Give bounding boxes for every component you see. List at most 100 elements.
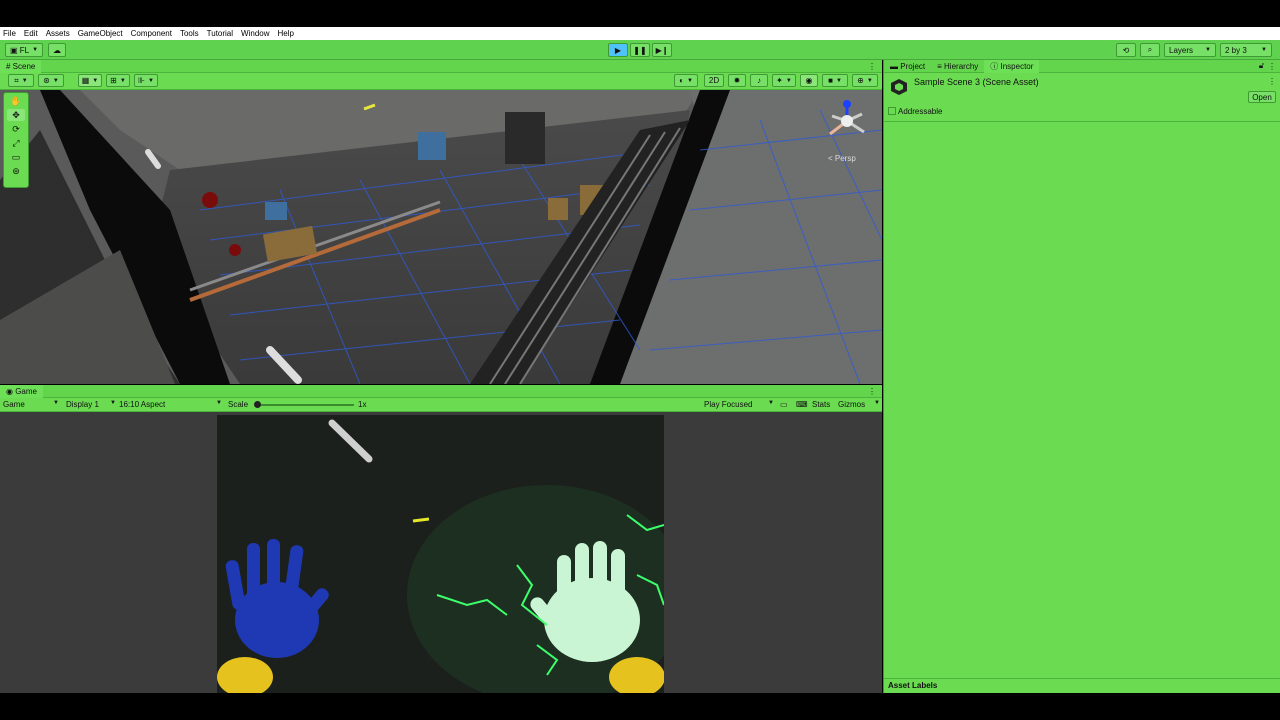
rotate-tool-icon[interactable]: ⟳	[7, 123, 25, 135]
open-button[interactable]: Open	[1248, 91, 1276, 103]
chevron-down-icon: ▼	[110, 400, 116, 406]
step-button[interactable]: ▶❙	[652, 43, 672, 57]
tab-menu-icon[interactable]: ⋮	[1268, 62, 1276, 71]
menu-edit[interactable]: Edit	[24, 29, 38, 38]
account-label: FL	[19, 45, 30, 55]
gizmos-dropdown[interactable]: ⊕ ▼	[852, 74, 878, 87]
perspective-label[interactable]: < Persp	[828, 154, 856, 163]
inspector-menu-icon[interactable]: ⋮	[1268, 77, 1276, 86]
search-button[interactable]: ⌕	[1140, 43, 1160, 57]
keyboard-icon[interactable]: ⌨	[796, 400, 808, 409]
scale-tool-icon[interactable]: ⤢	[7, 137, 25, 149]
history-button[interactable]: ⟲	[1116, 43, 1136, 57]
snap-icon: ⊞	[110, 76, 117, 85]
tab-game[interactable]: ◉ Game	[0, 384, 43, 398]
chevron-down-icon: ▼	[768, 400, 774, 406]
stats-button[interactable]: Stats	[812, 400, 830, 409]
lighting-toggle[interactable]: ✹	[728, 74, 746, 87]
chevron-down-icon: ▼	[92, 77, 99, 84]
menu-help[interactable]: Help	[278, 29, 294, 38]
menu-assets[interactable]: Assets	[46, 29, 70, 38]
game-tab-label: Game	[15, 386, 37, 396]
tab-project[interactable]: ▬ Project	[884, 60, 931, 73]
info-icon: ⓘ	[990, 61, 1001, 71]
scale-slider-handle[interactable]	[254, 401, 261, 408]
game-area	[0, 412, 882, 693]
menu-bar: File Edit Assets GameObject Component To…	[0, 27, 1280, 40]
display-dropdown[interactable]: Display 1 ▼	[66, 400, 116, 409]
scene-tab-icon: #	[6, 61, 13, 71]
chevron-down-icon: ▼	[119, 77, 126, 84]
layers-label: Layers	[1169, 45, 1194, 55]
layers-dropdown[interactable]: Layers ▼	[1164, 43, 1216, 57]
snap-dropdown[interactable]: ⊞ ▼	[106, 74, 130, 87]
audio-icon: ♪	[757, 76, 761, 85]
scale-value: 1x	[358, 400, 367, 409]
tab-menu-icon[interactable]: ⋮	[868, 387, 876, 396]
layout-dropdown[interactable]: 2 by 3 ▼	[1220, 43, 1272, 57]
history-icon: ⟲	[1122, 45, 1130, 55]
pivot-dropdown[interactable]: ⊛ ▼	[38, 74, 64, 87]
grid-snap-dropdown[interactable]: ▦ ▼	[78, 74, 102, 87]
gizmos-game-dropdown[interactable]: Gizmos ▼	[838, 400, 880, 409]
hand-tool-icon[interactable]: ✋	[7, 95, 25, 107]
game-mode-dropdown[interactable]: Game ▼	[3, 400, 59, 409]
game-viewport[interactable]	[217, 415, 664, 693]
chevron-down-icon: ▼	[686, 77, 693, 84]
chevron-down-icon: ▼	[148, 77, 154, 84]
letterbox-top	[0, 0, 1280, 27]
rect-tool-icon[interactable]: ▭	[7, 151, 25, 163]
move-tool-icon[interactable]: ✥	[7, 109, 25, 121]
audio-toggle[interactable]: ♪	[750, 74, 768, 87]
account-dropdown[interactable]: ▣ FL ▼	[5, 43, 43, 57]
toggle-2d-button[interactable]: 2D	[704, 74, 724, 87]
menu-file[interactable]: File	[3, 29, 16, 38]
letterbox-bottom	[0, 693, 1280, 720]
tool-handle-dropdown[interactable]: ⌗ ▼	[8, 74, 34, 87]
effects-dropdown[interactable]: ✦ ▼	[772, 74, 796, 87]
aspect-dropdown[interactable]: 16:10 Aspect ▼	[119, 400, 222, 409]
chevron-down-icon: ▼	[53, 400, 59, 406]
menu-gameobject[interactable]: GameObject	[78, 29, 123, 38]
tab-hierarchy[interactable]: ≡ Hierarchy	[931, 60, 984, 73]
orientation-gizmo[interactable]: < Persp	[822, 96, 872, 163]
chevron-down-icon: ▼	[874, 400, 880, 406]
effects-icon: ✦	[776, 76, 783, 85]
layout-label: 2 by 3	[1225, 45, 1247, 55]
scene-tabbar: # Scene ⋮	[0, 59, 882, 73]
tab-inspector[interactable]: ⓘ Inspector	[984, 59, 1040, 73]
asset-labels-header[interactable]: Asset Labels	[888, 681, 937, 690]
gizmo-icon: ⊕	[857, 76, 864, 85]
addressable-checkbox[interactable]	[888, 107, 896, 115]
scale-slider-track[interactable]	[256, 404, 354, 406]
play-focused-dropdown[interactable]: Play Focused ▼	[704, 400, 774, 409]
btn-2d-label: 2D	[708, 76, 720, 85]
tab-project-label: Project	[900, 61, 926, 71]
hidden-objects-toggle[interactable]: ◉	[800, 74, 818, 87]
tab-menu-icon[interactable]: ⋮	[868, 62, 876, 71]
menu-tools[interactable]: Tools	[180, 29, 199, 38]
gamepad-icon: ◉	[6, 386, 16, 396]
menu-tutorial[interactable]: Tutorial	[207, 29, 233, 38]
increment-dropdown[interactable]: ⊪ ▼	[134, 74, 158, 87]
play-button[interactable]: ▶	[608, 43, 628, 57]
chevron-down-icon: ▼	[1205, 47, 1211, 53]
scene-viewport[interactable]: ✋ ✥ ⟳ ⤢ ▭ ⊛ < Persp	[0, 90, 882, 384]
mute-icon[interactable]: ▭	[780, 400, 788, 409]
pause-button[interactable]: ❚❚	[630, 43, 650, 57]
menu-component[interactable]: Component	[131, 29, 172, 38]
shading-dropdown[interactable]: ◐ ▼	[674, 74, 698, 87]
account-icon: ▣	[9, 45, 20, 55]
lock-icon[interactable]: 🔓︎	[1259, 61, 1264, 71]
chevron-down-icon: ▼	[32, 47, 39, 53]
chevron-down-icon: ▼	[835, 77, 842, 84]
main-toolbar: ▣ FL ▼ ☁ ▶ ❚❚ ▶❙ ⟲ ⌕ Layers ▼ 2 by 3 ▼	[0, 40, 1280, 60]
increment-icon: ⊪	[138, 76, 145, 85]
tab-scene[interactable]: # Scene	[0, 59, 42, 73]
menu-window[interactable]: Window	[241, 29, 269, 38]
transform-tool-icon[interactable]: ⊛	[7, 165, 25, 177]
axis-gizmo-icon	[829, 100, 865, 136]
cloud-button[interactable]: ☁	[48, 43, 66, 57]
camera-dropdown[interactable]: ■ ▼	[822, 74, 848, 87]
inspector-title: Sample Scene 3 (Scene Asset)	[914, 77, 1039, 87]
